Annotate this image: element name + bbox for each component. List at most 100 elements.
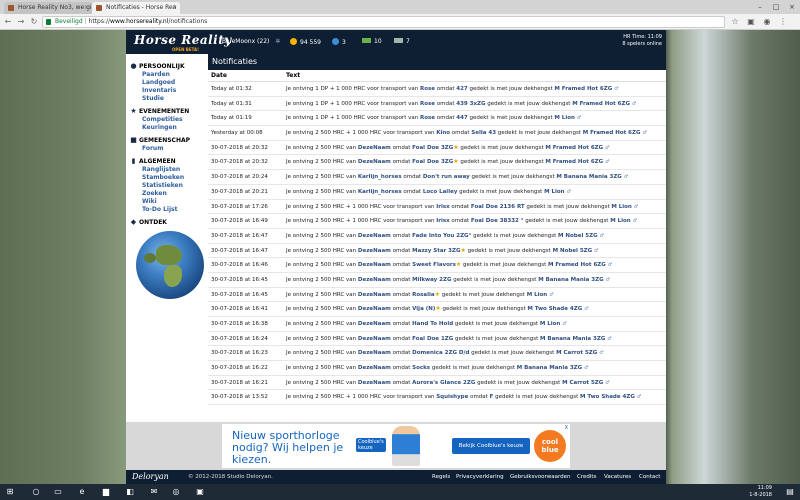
stallion-link[interactable]: M Lion — [540, 321, 560, 327]
notifications-icon[interactable]: ▤ — [784, 486, 796, 498]
horse-link[interactable]: 427 — [456, 86, 467, 92]
horse-link[interactable]: Foal Doe 3ZG — [412, 159, 453, 165]
extension-icon[interactable]: ▣ — [746, 17, 756, 27]
username[interactable]: BlueMoonx (22) — [222, 38, 269, 45]
extension-icon[interactable]: ◉ — [762, 17, 772, 27]
user-link[interactable]: DezeNaam — [358, 262, 391, 268]
sidebar-item-keuringen[interactable]: Keuringen — [130, 124, 208, 132]
user-link[interactable]: Irisx — [436, 204, 449, 210]
user-link[interactable]: DezeNaam — [358, 159, 391, 165]
menu-icon[interactable]: ⋮ — [778, 17, 788, 27]
user-link[interactable]: Rose — [420, 101, 435, 107]
user-link[interactable]: DezeNaam — [358, 248, 391, 254]
stallion-link[interactable]: M Framed Hot 6ZG — [572, 101, 630, 107]
sidebar-item-landgoed[interactable]: Landgoed — [130, 79, 208, 87]
horse-link[interactable]: Vija (N) — [412, 306, 435, 312]
edge-icon[interactable]: e — [76, 486, 88, 498]
app-icon[interactable]: ▣ — [194, 486, 206, 498]
stallion-link[interactable]: M Two Shade 4ZG — [580, 394, 635, 400]
stallion-link[interactable]: M Framed Hot 6ZG — [545, 159, 603, 165]
horse-link[interactable]: Don't run away — [423, 174, 470, 180]
user-link[interactable]: DezeNaam — [358, 365, 391, 371]
windows-start-icon[interactable]: ⊞ — [4, 486, 16, 498]
user-link[interactable]: DezeNaam — [358, 336, 391, 342]
stallion-link[interactable]: M Banana Mania 3ZG — [538, 277, 603, 283]
horse-link[interactable]: Hand To Hold — [412, 321, 453, 327]
user-link[interactable]: DezeNaam — [358, 306, 391, 312]
user-info[interactable]: BlueMoonx (22) ✲ — [222, 38, 280, 45]
horse-link[interactable]: Foal Doe 2136 RT — [471, 204, 525, 210]
horse-link[interactable]: Loco Lailey — [423, 189, 458, 195]
sidebar-item-statistieken[interactable]: Statistieken — [130, 182, 208, 190]
stallion-link[interactable]: M Nobel 5ZG — [558, 233, 598, 239]
footer-link-contact[interactable]: Contact — [639, 470, 660, 484]
close-window-icon[interactable]: × — [784, 0, 800, 14]
site-logo[interactable]: Horse Reality — [134, 33, 232, 47]
maximize-icon[interactable]: □ — [768, 0, 784, 14]
sidebar-item-inventaris[interactable]: Inventaris — [130, 87, 208, 95]
stallion-link[interactable]: M Lion — [554, 115, 574, 121]
horse-link[interactable]: Milkway 2ZG — [412, 277, 451, 283]
stallion-link[interactable]: M Framed Hot 6ZG — [583, 130, 641, 136]
horse-link[interactable]: Foal Doe 1ZG — [412, 336, 453, 342]
user-link[interactable]: DezeNaam — [358, 380, 391, 386]
user-link[interactable]: Irisx — [436, 218, 449, 224]
user-link[interactable]: DezeNaam — [358, 233, 391, 239]
bookmark-star-icon[interactable]: ☆ — [730, 17, 740, 27]
sidebar-item-ranglijsten[interactable]: Ranglijsten — [130, 166, 208, 174]
ad-headline[interactable]: Nieuw sporthorloge nodig? Wij helpen je … — [232, 430, 356, 466]
sidebar-item-stamboeken[interactable]: Stamboeken — [130, 174, 208, 182]
close-tab-icon[interactable]: × — [84, 4, 89, 11]
sidebar-item-paarden[interactable]: Paarden — [130, 71, 208, 79]
stallion-link[interactable]: M Framed Hot 6ZG — [548, 262, 606, 268]
stallion-link[interactable]: M Banana Mania 3ZG — [540, 336, 605, 342]
stallion-link[interactable]: M Framed Hot 6ZG — [545, 145, 603, 151]
reload-icon[interactable]: ↻ — [29, 17, 39, 27]
horse-link[interactable]: Rosalia — [412, 292, 434, 298]
horse-link[interactable]: Sweet Flavors — [412, 262, 456, 268]
sidebar-item-todo[interactable]: To-Do Lijst — [130, 206, 208, 214]
user-link[interactable]: Karlijn_horses — [358, 174, 402, 180]
ad-close-icon[interactable]: X — [565, 425, 568, 431]
mail-icon[interactable]: ✉ — [148, 486, 160, 498]
stallion-link[interactable]: M Lion — [527, 292, 547, 298]
stallion-link[interactable]: M Nobel 5ZG — [553, 248, 593, 254]
user-link[interactable]: Rose — [420, 86, 435, 92]
browser-tab-2[interactable]: Notificaties - Horse Rea × — [92, 2, 180, 14]
sidebar-item-wiki[interactable]: Wiki — [130, 198, 208, 206]
system-clock[interactable]: 11:09 1-8-2018 — [749, 485, 772, 499]
back-icon[interactable]: ← — [3, 17, 13, 27]
user-link[interactable]: DezeNaam — [358, 321, 391, 327]
stallion-link[interactable]: M Banana Mania 3ZG — [517, 365, 582, 371]
players-online[interactable]: 8 spelers online — [622, 41, 662, 48]
user-link[interactable]: Squishype — [436, 394, 468, 400]
footer-link-vacatures[interactable]: Vacatures — [604, 470, 631, 484]
user-link[interactable]: DezeNaam — [358, 292, 391, 298]
user-link[interactable]: DezeNaam — [358, 277, 391, 283]
task-view-icon[interactable]: ▭ — [52, 486, 64, 498]
sidebar-item-studie[interactable]: Studie — [130, 95, 208, 103]
user-link[interactable]: Rose — [420, 115, 435, 121]
stallion-link[interactable]: M Carrot 5ZG — [556, 350, 597, 356]
stallion-link[interactable]: M Lion — [610, 218, 630, 224]
sidebar-item-competities[interactable]: Competities — [130, 116, 208, 124]
horse-link[interactable]: Domenica 2ZG D/d — [412, 350, 469, 356]
search-icon[interactable]: ○ — [30, 486, 42, 498]
footer-link-credits[interactable]: Credits — [577, 470, 596, 484]
user-link[interactable]: DezeNaam — [358, 145, 391, 151]
folder-icon[interactable]: ▆ — [100, 486, 112, 498]
stallion-link[interactable]: M Two Shade 4ZG — [527, 306, 582, 312]
stallion-link[interactable]: M Framed Hot 6ZG — [554, 86, 612, 92]
horse-link[interactable]: Sella 43 — [471, 130, 496, 136]
stallion-link[interactable]: M Lion — [544, 189, 564, 195]
sidebar-item-zoeken[interactable]: Zoeken — [130, 190, 208, 198]
horse-link[interactable]: 439 3xZG — [456, 101, 485, 107]
minimize-icon[interactable]: – — [752, 0, 768, 14]
ad-cta-button[interactable]: Bekijk Coolblue's keuze — [452, 438, 530, 454]
horse-link[interactable]: Foal Doe 38332 ° — [471, 218, 524, 224]
horse-link[interactable]: Foal Doe 3ZG — [412, 145, 453, 151]
gear-icon[interactable]: ✲ — [275, 38, 280, 45]
stallion-link[interactable]: M Lion — [611, 204, 631, 210]
stallion-link[interactable]: M Banana Mania 3ZG — [556, 174, 621, 180]
horse-link[interactable]: Socks — [412, 365, 430, 371]
